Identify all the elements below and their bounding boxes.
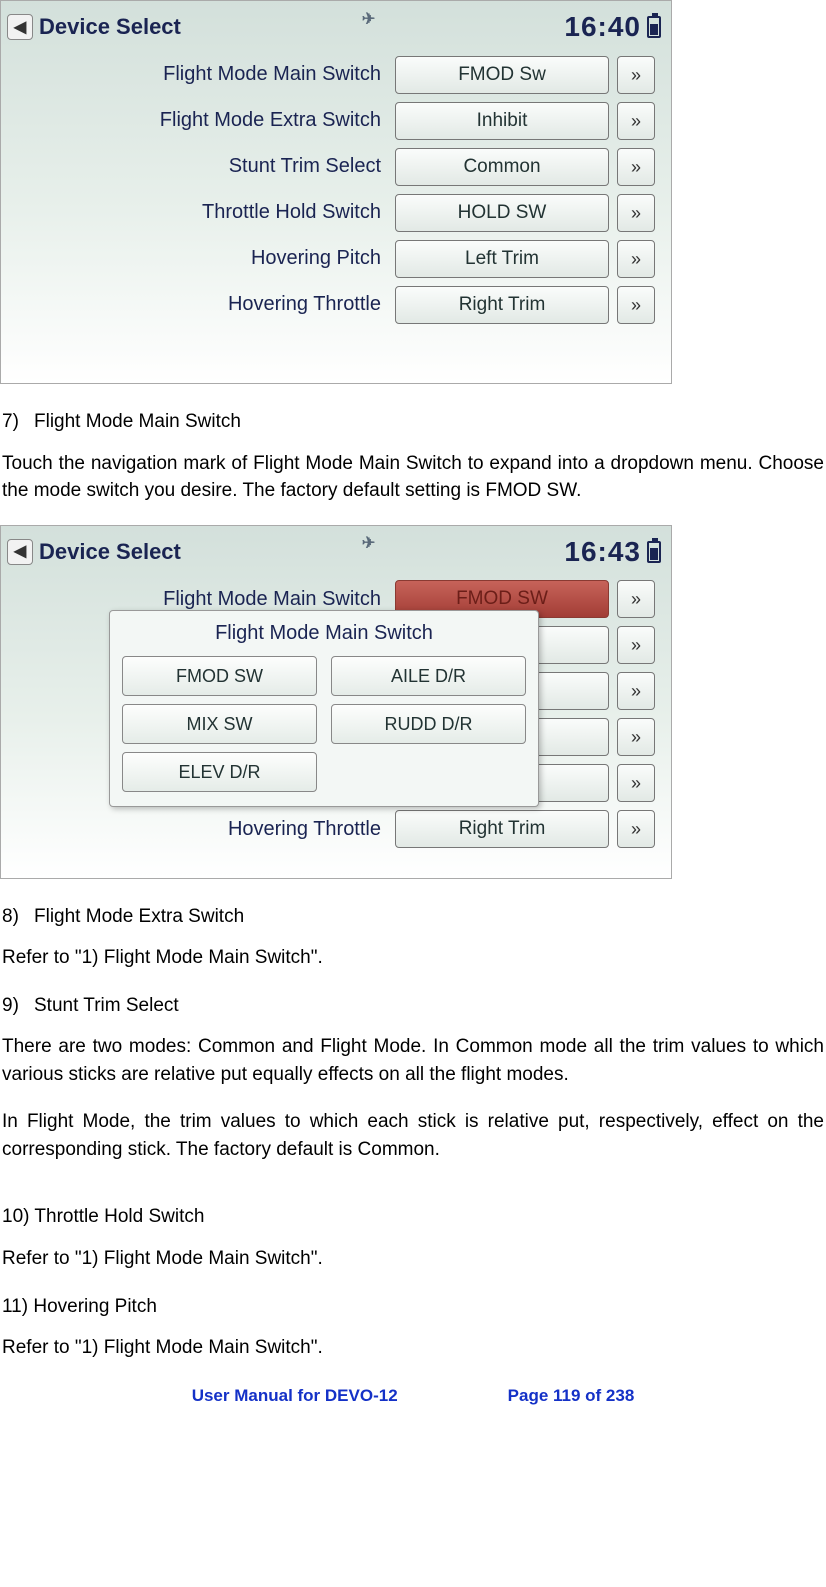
section-9-heading: 9)Stunt Trim Select <box>2 992 824 1020</box>
setting-value[interactable]: HOLD SW <box>395 194 609 232</box>
setting-value[interactable]: Common <box>395 148 609 186</box>
expand-icon[interactable]: » <box>617 148 655 186</box>
back-icon[interactable]: ◀ <box>7 539 33 565</box>
airplane-icon: ✈ <box>362 8 375 31</box>
setting-row: Hovering Pitch Left Trim » <box>17 240 655 278</box>
expand-icon[interactable]: » <box>617 56 655 94</box>
setting-value[interactable]: Right Trim <box>395 286 609 324</box>
setting-label: Stunt Trim Select <box>17 152 387 181</box>
screen-title: Device Select <box>39 11 181 43</box>
expand-icon[interactable]: » <box>617 102 655 140</box>
section-9-paragraph-1: There are two modes: Common and Flight M… <box>2 1033 824 1088</box>
section-7-paragraph: Touch the navigation mark of Flight Mode… <box>2 450 824 505</box>
setting-row: Hovering Throttle Right Trim » <box>17 810 655 848</box>
setting-label: Hovering Throttle <box>17 815 387 844</box>
expand-icon[interactable]: » <box>617 718 655 756</box>
dropdown-option[interactable]: AILE D/R <box>331 656 526 696</box>
page-footer: User Manual for DEVO-12 Page 119 of 238 <box>0 1384 826 1409</box>
expand-icon[interactable]: » <box>617 286 655 324</box>
clock: 16:43 <box>564 532 641 573</box>
expand-icon[interactable]: » <box>617 194 655 232</box>
section-10-paragraph: Refer to "1) Flight Mode Main Switch". <box>2 1245 824 1273</box>
footer-page-number: Page 119 of 238 <box>508 1384 635 1409</box>
dropdown-option[interactable]: FMOD SW <box>122 656 317 696</box>
device-select-screenshot-1: ◀ Device Select ✈ 16:40 Flight Mode Main… <box>0 0 672 384</box>
expand-icon[interactable]: » <box>617 580 655 618</box>
section-10-heading: 10) Throttle Hold Switch <box>2 1203 824 1231</box>
battery-icon <box>647 541 661 563</box>
expand-icon[interactable]: » <box>617 810 655 848</box>
section-9-paragraph-2: In Flight Mode, the trim values to which… <box>2 1108 824 1163</box>
back-icon[interactable]: ◀ <box>7 14 33 40</box>
setting-row: Flight Mode Extra Switch Inhibit » <box>17 102 655 140</box>
expand-icon[interactable]: » <box>617 626 655 664</box>
expand-icon[interactable]: » <box>617 764 655 802</box>
expand-icon[interactable]: » <box>617 240 655 278</box>
dropdown-option[interactable]: RUDD D/R <box>331 704 526 744</box>
setting-row: Throttle Hold Switch HOLD SW » <box>17 194 655 232</box>
setting-label: Flight Mode Extra Switch <box>17 106 387 135</box>
setting-row: Hovering Throttle Right Trim » <box>17 286 655 324</box>
setting-label: Flight Mode Main Switch <box>17 60 387 89</box>
expand-icon[interactable]: » <box>617 672 655 710</box>
section-11-paragraph: Refer to "1) Flight Mode Main Switch". <box>2 1334 824 1362</box>
dropdown-option[interactable]: MIX SW <box>122 704 317 744</box>
setting-value[interactable]: Inhibit <box>395 102 609 140</box>
footer-doc-title: User Manual for DEVO-12 <box>192 1384 398 1409</box>
battery-icon <box>647 16 661 38</box>
setting-label: Throttle Hold Switch <box>17 198 387 227</box>
setting-label: Hovering Throttle <box>17 290 387 319</box>
setting-label: Hovering Pitch <box>17 244 387 273</box>
setting-row: Flight Mode Main Switch FMOD Sw » <box>17 56 655 94</box>
airplane-icon: ✈ <box>362 532 375 555</box>
section-8-heading: 8)Flight Mode Extra Switch <box>2 903 824 931</box>
dropdown-option[interactable]: ELEV D/R <box>122 752 317 792</box>
device-select-screenshot-2: ◀ Device Select ✈ 16:43 Flight Mode Main… <box>0 525 672 879</box>
dropdown-title: Flight Mode Main Switch <box>122 619 526 648</box>
section-7-heading: 7)Flight Mode Main Switch <box>2 408 824 436</box>
flight-mode-main-switch-dropdown: Flight Mode Main Switch FMOD SW AILE D/R… <box>109 610 539 807</box>
section-11-heading: 11) Hovering Pitch <box>2 1293 824 1321</box>
setting-value[interactable]: Left Trim <box>395 240 609 278</box>
screen-title: Device Select <box>39 536 181 568</box>
clock: 16:40 <box>564 7 641 48</box>
setting-row: Stunt Trim Select Common » <box>17 148 655 186</box>
setting-value[interactable]: FMOD Sw <box>395 56 609 94</box>
section-8-paragraph: Refer to "1) Flight Mode Main Switch". <box>2 944 824 972</box>
setting-value[interactable]: Right Trim <box>395 810 609 848</box>
